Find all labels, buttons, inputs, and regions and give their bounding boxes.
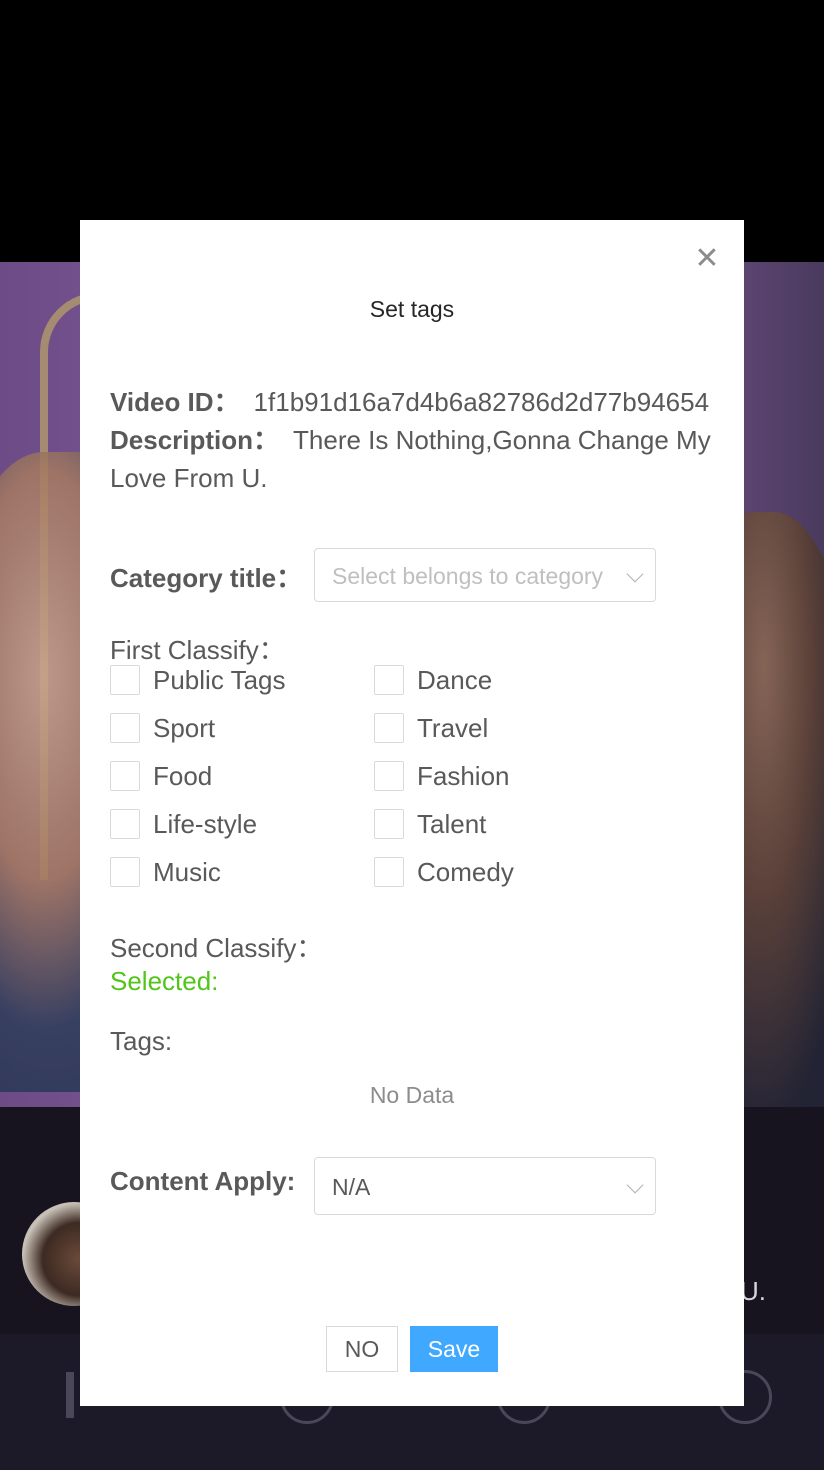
checkbox-label: Life-style <box>153 808 258 839</box>
checkbox-fashion[interactable]: Fashion <box>374 756 510 796</box>
checkbox-label: Talent <box>417 808 487 839</box>
checkbox-box[interactable] <box>110 665 140 695</box>
category-label: Category title： <box>110 562 303 593</box>
checkbox-box[interactable] <box>374 857 404 887</box>
description-label: Description： <box>110 425 280 455</box>
checkbox-label: Sport <box>153 712 216 743</box>
checkbox-label: Fashion <box>417 760 510 791</box>
checkbox-sport[interactable]: Sport <box>110 708 215 748</box>
checkbox-box[interactable] <box>374 713 404 743</box>
set-tags-modal: ✕ Set tags Video ID： 1f1b91d16a7d4b6a8278… <box>80 220 744 1406</box>
content-apply-label: Content Apply: <box>110 1166 296 1196</box>
checkbox-label: Comedy <box>417 856 514 887</box>
checkbox-box[interactable] <box>110 761 140 791</box>
checkbox-label: Food <box>153 760 213 791</box>
checkbox-talent[interactable]: Talent <box>374 804 486 844</box>
checkbox-box[interactable] <box>110 713 140 743</box>
checkbox-box[interactable] <box>110 857 140 887</box>
checkbox-public-tags[interactable]: Public Tags <box>110 660 286 700</box>
video-id-row: Video ID： 1f1b91d16a7d4b6a82786d2d77b9465… <box>110 383 714 421</box>
checkbox-travel[interactable]: Travel <box>374 708 488 748</box>
close-icon[interactable]: ✕ <box>692 244 722 274</box>
checkbox-box[interactable] <box>374 665 404 695</box>
checkbox-box[interactable] <box>374 809 404 839</box>
modal-title: Set tags <box>369 296 455 322</box>
video-info: Video ID： 1f1b91d16a7d4b6a82786d2d77b9465… <box>110 383 714 497</box>
category-row: Category title： <box>110 548 302 604</box>
category-select[interactable]: Select belongs to category <box>314 548 656 602</box>
selected-label: Selected: <box>110 966 219 996</box>
video-id-value: 1f1b91d16a7d4b6a82786d2d77b94654 <box>253 387 710 417</box>
checkbox-dance[interactable]: Dance <box>374 660 492 700</box>
content-apply-value: N/A <box>332 1174 371 1200</box>
chevron-down-icon <box>626 1176 644 1194</box>
checkbox-box[interactable] <box>110 809 140 839</box>
no-data-text: No Data <box>369 1082 455 1108</box>
content-apply-select[interactable]: N/A <box>314 1157 656 1215</box>
tags-label: Tags: <box>110 1026 173 1056</box>
checkbox-comedy[interactable]: Comedy <box>374 852 514 892</box>
second-classify-label: Second Classify： <box>110 933 323 963</box>
save-button[interactable]: Save <box>410 1326 498 1372</box>
category-placeholder: Select belongs to category <box>332 563 604 589</box>
checkbox-label: Music <box>153 856 221 887</box>
checkbox-box[interactable] <box>374 761 404 791</box>
checkbox-music[interactable]: Music <box>110 852 221 892</box>
checkbox-life-style[interactable]: Life-style <box>110 804 257 844</box>
chevron-down-icon <box>626 565 644 583</box>
video-id-label: Video ID： <box>110 387 240 417</box>
checkbox-label: Travel <box>417 712 489 743</box>
checkbox-label: Dance <box>417 664 493 695</box>
flag-icon <box>66 1372 74 1418</box>
checkbox-food[interactable]: Food <box>110 756 212 796</box>
checkbox-label: Public Tags <box>153 664 286 695</box>
no-button[interactable]: NO <box>326 1326 398 1372</box>
description-row: Description： There Is Nothing,Gonna Chang… <box>110 421 714 497</box>
